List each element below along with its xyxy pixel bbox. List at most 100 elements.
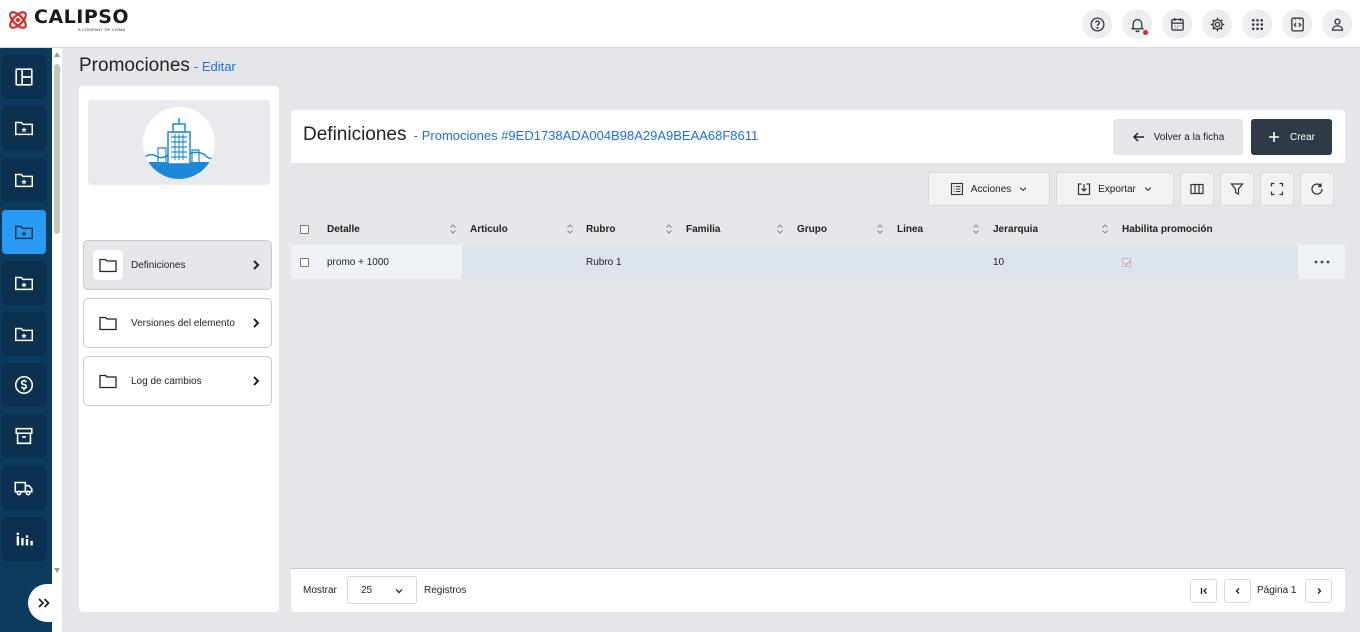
sidebar-item-finance[interactable] <box>2 363 46 407</box>
scroll-down-arrow-icon[interactable] <box>54 568 60 573</box>
top-bar: CALIPSO A COMPANY OF VISMA <box>0 0 1360 48</box>
select-all-checkbox[interactable] <box>300 213 309 245</box>
record-link[interactable]: - Promociones #9ED1738ADA004B98A29A9BEAA… <box>414 128 758 143</box>
sort-icon[interactable] <box>876 223 884 235</box>
dashboard-icon <box>15 68 33 86</box>
sort-icon[interactable] <box>1101 223 1109 235</box>
filter-icon <box>1230 183 1244 195</box>
column-header-jerarquia[interactable]: Jerarquia <box>993 213 1038 245</box>
fullscreen-button[interactable] <box>1260 172 1294 206</box>
sidebar-item-folder-4[interactable] <box>2 261 46 305</box>
user-icon <box>1331 18 1343 31</box>
sort-icon[interactable] <box>972 223 980 235</box>
first-page-button[interactable] <box>1190 579 1217 603</box>
notification-dot <box>1143 30 1148 35</box>
nav-log-cambios[interactable]: Log de cambios <box>83 356 272 406</box>
chevron-left-icon <box>1235 588 1239 594</box>
sidebar-item-folder-3[interactable] <box>2 210 46 254</box>
download-icon <box>1077 183 1091 196</box>
refresh-icon <box>1311 183 1323 195</box>
table-body-empty <box>291 279 1345 568</box>
main-sidebar <box>0 48 52 632</box>
checkbox[interactable] <box>300 257 309 267</box>
sidebar-scroll-thumb[interactable] <box>54 64 60 234</box>
record-panel: Definiciones Versiones del elemento Log … <box>79 86 279 612</box>
create-button[interactable]: Crear <box>1251 119 1332 155</box>
columns-icon <box>1190 183 1204 195</box>
row-checkbox[interactable] <box>300 245 309 279</box>
sidebar-item-reports[interactable] <box>2 517 46 561</box>
calendar-button[interactable] <box>1162 9 1192 39</box>
section-title: Definiciones - Promociones #9ED1738ADA00… <box>303 124 758 146</box>
page-indicator: Página 1 <box>1257 584 1297 596</box>
user-menu-button[interactable] <box>1322 9 1352 39</box>
list-icon <box>950 182 963 196</box>
sidebar-item-logistics[interactable] <box>2 466 46 510</box>
calipso-logo-icon <box>9 11 27 29</box>
checkbox[interactable] <box>300 224 309 234</box>
sort-icon[interactable] <box>566 223 574 235</box>
archive-icon <box>15 427 33 445</box>
apps-grid-icon <box>1251 18 1263 30</box>
sidebar-item-folder-2[interactable] <box>2 158 46 202</box>
cell-jerarquia: 10 <box>993 256 1005 268</box>
create-button-label: Crear <box>1289 131 1315 143</box>
column-header-detalle[interactable]: Detalle <box>327 213 360 245</box>
sort-icon[interactable] <box>776 223 784 235</box>
apps-button[interactable] <box>1242 9 1272 39</box>
folder-star-icon <box>15 327 33 342</box>
page-size-select[interactable]: 25 <box>347 576 417 604</box>
folder-star-icon <box>15 225 33 240</box>
code-file-icon <box>1290 16 1304 32</box>
table-header: Detalle Articulo Rubro Familia Grupo Lin… <box>291 213 1345 245</box>
column-header-linea[interactable]: Linea <box>897 213 923 245</box>
nav-label: Definiciones <box>131 259 186 271</box>
first-page-icon <box>1200 588 1207 594</box>
sidebar-item-folder-1[interactable] <box>2 106 46 150</box>
folder-icon <box>99 258 117 273</box>
sidebar-item-dashboard[interactable] <box>2 55 46 99</box>
record-image <box>88 100 270 185</box>
column-header-articulo[interactable]: Articulo <box>470 213 508 245</box>
bar-chart-icon <box>16 532 33 546</box>
back-to-record-button[interactable]: Volver a la ficha <box>1113 119 1243 155</box>
column-header-grupo[interactable]: Grupo <box>797 213 827 245</box>
scroll-up-arrow-icon[interactable] <box>54 52 60 57</box>
brand-name: CALIPSO <box>34 6 130 28</box>
column-header-habilita-promocion[interactable]: Habilita promoción <box>1122 213 1213 245</box>
prev-page-button[interactable] <box>1224 579 1251 603</box>
nav-definiciones[interactable]: Definiciones <box>83 240 272 290</box>
page-size-value: 25 <box>361 584 373 596</box>
columns-button[interactable] <box>1180 172 1214 206</box>
brand-logo[interactable]: CALIPSO A COMPANY OF VISMA <box>6 8 129 32</box>
cell-habilita-promocion <box>1122 245 1131 279</box>
sidebar-item-folder-5[interactable] <box>2 312 46 356</box>
refresh-button[interactable] <box>1300 172 1334 206</box>
dollar-icon <box>14 375 34 395</box>
truck-icon <box>14 481 33 496</box>
row-actions-button[interactable] <box>1298 245 1345 279</box>
actions-dropdown[interactable]: Acciones <box>928 172 1050 206</box>
nav-versiones[interactable]: Versiones del elemento <box>83 298 272 348</box>
sidebar-item-archive[interactable] <box>2 414 46 458</box>
table-row[interactable]: promo + 1000 Rubro 1 10 <box>291 245 1345 279</box>
export-dropdown[interactable]: Exportar <box>1056 172 1174 206</box>
definitions-card: Definiciones - Promociones #9ED1738ADA00… <box>291 110 1345 612</box>
help-button[interactable] <box>1082 9 1112 39</box>
sort-icon[interactable] <box>449 223 457 235</box>
next-page-button[interactable] <box>1305 579 1332 603</box>
filter-button[interactable] <box>1220 172 1254 206</box>
plus-icon <box>1268 132 1279 142</box>
actions-label: Acciones <box>970 183 1012 195</box>
nav-label: Versiones del elemento <box>131 317 235 329</box>
section-title-text: Definiciones <box>303 124 407 145</box>
nav-label: Log de cambios <box>131 375 202 387</box>
notifications-button[interactable] <box>1122 9 1152 39</box>
column-header-familia[interactable]: Familia <box>686 213 720 245</box>
edit-link[interactable]: - Editar <box>194 59 236 74</box>
settings-button[interactable] <box>1202 9 1232 39</box>
sort-icon[interactable] <box>665 223 673 235</box>
developer-button[interactable] <box>1282 9 1312 39</box>
chevron-right-icon <box>253 318 260 328</box>
column-header-rubro[interactable]: Rubro <box>586 213 615 245</box>
